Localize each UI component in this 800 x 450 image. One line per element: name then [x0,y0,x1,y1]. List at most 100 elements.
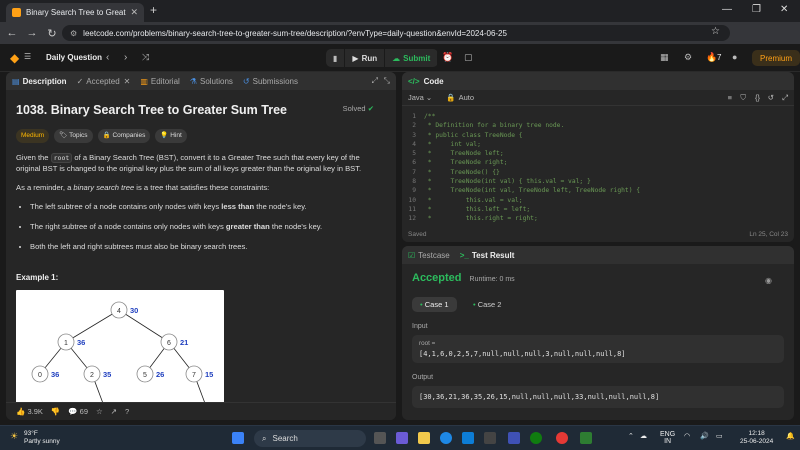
app-icon[interactable] [484,432,496,444]
windows-taskbar: 93°F Partly sunny ☀ ⌕ Search ⌃ ☁ ENG IN ◠… [0,425,800,450]
cloud-icon[interactable]: ☁ [640,432,647,440]
share-icon[interactable]: ↗ [111,407,117,416]
tab-solutions[interactable]: ⚗ Solutions [190,77,233,86]
url-field[interactable]: ⚙ leetcode.com/problems/binary-search-tr… [62,25,730,41]
line-number: 7 [412,168,416,176]
tab-description[interactable]: ▤ Description [12,77,67,86]
site-info-icon[interactable]: ⚙ [70,29,77,38]
language-indicator[interactable]: ENG IN [660,431,675,445]
browser-tab[interactable]: Binary Search Tree to Greater Su ✕ [6,3,144,22]
vscode-icon[interactable] [508,432,520,444]
output-box: [30,36,21,36,35,26,15,null,null,null,33,… [412,386,784,408]
language-select[interactable]: Java ⌄ [408,93,432,102]
tab-submissions[interactable]: ↺ Submissions [243,77,298,86]
collapse-icon[interactable]: ⤡ [384,76,390,86]
shuffle-icon[interactable]: ⤨ [142,52,149,63]
close-accepted-icon[interactable]: ✕ [124,77,131,86]
reload-icon[interactable]: ↻ [44,27,60,40]
new-tab-icon[interactable]: + [150,3,157,17]
runtime: Runtime: 0 ms [469,276,515,283]
chrome-icon[interactable] [556,432,568,444]
teams-icon[interactable] [396,432,408,444]
run-button[interactable]: ▶ Run [345,49,386,67]
taskbar-search[interactable]: ⌕ Search [254,430,366,447]
format-icon[interactable]: ≡ [728,93,732,102]
daily-question-link[interactable]: Daily Question [46,53,102,62]
input-value: [4,1,6,0,2,5,7,null,null,null,3,null,nul… [419,350,626,358]
code-icon: </> [408,76,420,86]
prev-problem-icon[interactable]: ‹ [106,52,109,63]
bookmark-icon[interactable]: ⛉ [740,93,746,103]
problem-list-icon[interactable]: ☰ [24,52,31,61]
comments-button[interactable]: 💬 69 [68,407,88,416]
expand-icon[interactable]: ⤢ [372,76,378,86]
file-explorer-icon[interactable] [418,432,430,444]
history-icon: ↺ [242,76,250,86]
case-2-tab[interactable]: • Case 2 [465,297,510,312]
line-number: 4 [412,140,416,148]
code-editor[interactable]: 1/** 2 * Definition for a binary tree nod… [402,112,794,224]
auto-mode[interactable]: Auto [459,93,474,102]
tree-node-value: 1 [64,340,68,347]
help-icon[interactable]: ? [125,407,129,416]
next-problem-icon[interactable]: › [124,52,127,63]
input-name: root = [419,340,436,347]
tab-test-result[interactable]: >_ Test Result [460,251,515,260]
notification-icon[interactable]: 🔔 [786,432,795,440]
leetcode-logo-icon[interactable]: ◆ [10,51,23,65]
braces-icon[interactable]: {} [755,93,760,102]
minimize-icon[interactable]: — [722,4,732,15]
topics-chip[interactable]: 🏷 Topics [54,129,93,143]
leetcode-header: ◆ ☰ Daily Question ‹ › ⤨ ▮ ▶ Run ☁ Submit … [0,44,800,72]
like-button[interactable]: 👍 3.9K [16,407,43,416]
weather-widget[interactable]: 93°F Partly sunny ☀ [10,430,60,446]
debug-icon[interactable]: ▮ [326,49,346,67]
settings-gear-icon[interactable]: ⚙ [684,52,692,63]
task-view-icon[interactable] [374,432,386,444]
layout-icon[interactable]: ▦ [660,52,669,63]
back-icon[interactable]: ← [4,27,20,39]
favorite-star-icon[interactable]: ☆ [96,407,103,416]
volume-icon[interactable]: 🔊 [700,432,709,440]
timer-icon[interactable]: ⏰ [442,52,453,63]
bookmark-star-icon[interactable]: ☆ [711,26,720,37]
tab-accepted[interactable]: ✓ Accepted ✕ [77,77,131,86]
edge-icon[interactable] [440,432,452,444]
xbox-icon[interactable] [530,432,542,444]
line-number: 6 [412,159,416,167]
lock-icon: 🔒 [446,93,456,102]
list-item: The right subtree of a node contains onl… [30,221,386,232]
tab-editorial[interactable]: ▥ Editorial [140,77,179,86]
submit-button[interactable]: ☁ Submit [385,49,439,67]
store-icon[interactable] [462,432,474,444]
user-avatar[interactable]: ● [732,52,737,62]
wifi-icon[interactable]: ◠ [684,432,690,440]
battery-icon[interactable]: ▭ [716,432,723,440]
code-text: * Definition for a binary tree node. [424,122,565,130]
clock[interactable]: 12:18 25-06-2024 [740,430,773,446]
streak-fire-icon[interactable]: 🔥 [706,52,717,63]
problem-title[interactable]: 1038. Binary Search Tree to Greater Sum … [16,101,386,119]
case-1-tab[interactable]: • Case 1 [412,297,457,312]
hint-chip[interactable]: 💡 Hint [155,129,187,143]
reset-icon[interactable]: ↺ [768,93,774,102]
eye-icon[interactable]: ◉ [765,276,772,285]
constraints-list: The left subtree of a node contains only… [30,201,386,252]
terminal-app-icon[interactable] [580,432,592,444]
start-windows-icon[interactable] [232,432,244,444]
tray-chevron-icon[interactable]: ⌃ [628,432,634,440]
input-box: root = [4,1,6,0,2,5,7,null,null,null,3,n… [412,335,784,363]
editor-toolbar: Java ⌄ 🔒 Auto ≡ ⛉ {} ↺ ⤢ [402,90,794,106]
forward-icon[interactable]: → [24,27,40,39]
close-window-icon[interactable]: ✕ [780,4,788,15]
notes-icon[interactable]: ▢ [464,52,473,63]
result-content: Accepted Runtime: 0 ms ◉ • Case 1 • Case… [402,264,794,416]
tab-testcase[interactable]: ☑ Testcase [408,251,450,260]
maximize-icon[interactable]: ❐ [752,4,761,15]
companies-chip[interactable]: 🔒 Companies [97,129,151,143]
premium-button[interactable]: Premium [752,50,800,66]
check-icon: ✓ [76,76,84,86]
close-tab-icon[interactable]: ✕ [130,7,138,18]
fullscreen-icon[interactable]: ⤢ [782,93,788,103]
dislike-icon[interactable]: 👎 [51,407,60,416]
